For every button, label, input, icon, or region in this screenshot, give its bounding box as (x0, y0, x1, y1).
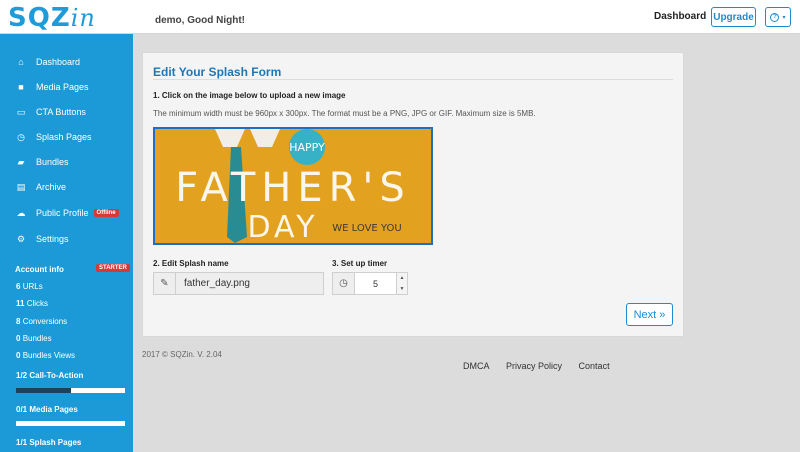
splash-name-group: ✎ father_day.png (153, 272, 324, 295)
fathers-day-banner: HAPPY FATHER'S DAY WE LOVE YOU (155, 129, 431, 243)
timer-input[interactable]: 5 (355, 273, 396, 294)
archive-icon: ▤ (16, 181, 26, 192)
pencil-icon: ✎ (154, 273, 176, 294)
banner-tagline-text: WE LOVE YOU (332, 223, 401, 234)
step3-label: 3. Set up timer (332, 259, 388, 268)
logo-text: SQZ (8, 3, 71, 33)
help-button[interactable]: ? ▾ (765, 7, 791, 27)
stat-urls: 6 URLs (16, 282, 43, 291)
offline-badge: Offline (93, 209, 119, 217)
page-title: Edit Your Splash Form (153, 65, 282, 79)
stat-clicks: 11 Clicks (16, 299, 49, 308)
sidebar-item-label: Bundles (36, 157, 69, 167)
sidebar-item-public-profile[interactable]: ☁ Public Profile Offline (0, 202, 133, 224)
splash-name-input[interactable]: father_day.png (176, 273, 323, 294)
spin-up-icon[interactable]: ▲ (397, 273, 407, 284)
sidebar-item-archive[interactable]: ▤ Archive (0, 176, 133, 198)
stat-bundle-views: 0 Bundles Views (16, 351, 76, 360)
upgrade-button[interactable]: Upgrade (711, 7, 756, 27)
sidebar-item-label: Media Pages (36, 82, 89, 92)
video-icon: ■ (18, 82, 24, 92)
home-icon: ⌂ (18, 57, 24, 67)
plan-badge: STARTER (96, 264, 130, 272)
sidebar-item-label: CTA Buttons (36, 107, 86, 117)
logo-suffix: in (70, 4, 96, 32)
footer-copyright: 2017 © SQZin. V. 2.04 (142, 350, 222, 359)
dmca-link[interactable]: DMCA (463, 361, 490, 371)
top-bar: SQZin demo, Good Night! Dashboard Upgrad… (0, 0, 800, 34)
gear-icon: ⚙ (16, 233, 26, 244)
sidebar-item-cta-buttons[interactable]: ▭ CTA Buttons (0, 101, 133, 123)
banner-fathers-text: FATHER'S (175, 165, 411, 211)
sidebar: ⌂ Dashboard ■ Media Pages ▭ CTA Buttons … (0, 34, 133, 452)
sidebar-item-label: Public Profile (36, 208, 89, 218)
clock-icon: ◷ (17, 131, 25, 142)
footer-links: DMCA Privacy Policy Contact (463, 361, 624, 371)
contact-link[interactable]: Contact (579, 361, 610, 371)
help-icon: ? (770, 12, 780, 22)
banner-happy-text: HAPPY (289, 141, 325, 154)
spin-down-icon[interactable]: ▼ (397, 284, 407, 295)
next-button[interactable]: Next » (626, 303, 673, 326)
sidebar-item-dashboard[interactable]: ⌂ Dashboard (0, 51, 133, 73)
greeting-text: demo, Good Night! (155, 15, 245, 26)
folder-icon: ▰ (17, 156, 25, 167)
divider (153, 79, 673, 80)
clock-icon: ◷ (333, 273, 355, 294)
cloud-icon: ☁ (16, 207, 26, 218)
timer-spinner[interactable]: ▲ ▼ (396, 273, 407, 294)
sidebar-item-bundles[interactable]: ▰ Bundles (0, 151, 133, 173)
splash-image-upload[interactable]: HAPPY FATHER'S DAY WE LOVE YOU (153, 127, 433, 245)
progress-bar-cta (16, 388, 125, 393)
dashboard-link[interactable]: Dashboard (654, 11, 706, 22)
progress-label-cta: 1/2 Call-To-Action (16, 371, 84, 380)
sidebar-item-label: Settings (36, 234, 69, 244)
progress-label-splash: 1/1 Splash Pages (16, 438, 82, 447)
sidebar-item-media-pages[interactable]: ■ Media Pages (0, 76, 133, 98)
step2-label: 2. Edit Splash name (153, 259, 229, 268)
logo[interactable]: SQZin (8, 3, 96, 33)
timer-group: ◷ 5 ▲ ▼ (332, 272, 408, 295)
cta-icon: ▭ (16, 106, 26, 117)
sidebar-item-label: Archive (36, 182, 67, 192)
sidebar-item-splash-pages[interactable]: ◷ Splash Pages (0, 126, 133, 148)
sidebar-item-label: Dashboard (36, 57, 81, 67)
sidebar-item-settings[interactable]: ⚙ Settings (0, 228, 133, 250)
caret-down-icon: ▾ (782, 14, 786, 21)
progress-bar-media (16, 421, 125, 426)
sidebar-item-label: Splash Pages (36, 132, 92, 142)
account-info-title: Account info (15, 265, 64, 274)
stat-bundles: 0 Bundles (16, 334, 52, 343)
stat-conversions: 8 Conversions (16, 317, 68, 326)
progress-label-media: 0/1 Media Pages (16, 405, 78, 414)
banner-day-text: DAY (247, 210, 318, 243)
privacy-policy-link[interactable]: Privacy Policy (506, 361, 562, 371)
upload-hint: The minimum width must be 960px x 300px.… (153, 109, 536, 118)
splash-form-panel: Edit Your Splash Form 1. Click on the im… (142, 52, 684, 337)
step1-label: 1. Click on the image below to upload a … (153, 91, 346, 100)
